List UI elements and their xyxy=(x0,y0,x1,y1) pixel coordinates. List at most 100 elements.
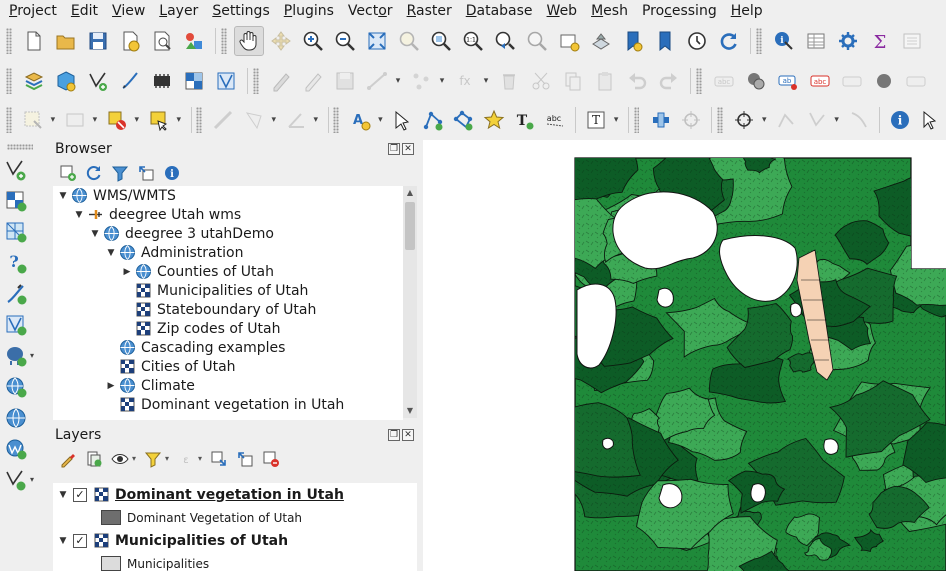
scroll-up-icon[interactable]: ▲ xyxy=(403,186,417,200)
menu-edit[interactable]: Edit xyxy=(64,0,105,22)
pin-labels-icon[interactable]: abc xyxy=(805,66,835,96)
add-raster-layer-icon[interactable] xyxy=(179,66,209,96)
measure-angle-icon[interactable] xyxy=(282,105,310,135)
toggle-editing-icon[interactable] xyxy=(298,66,328,96)
annotation-dropdown[interactable]: ▾ xyxy=(376,115,385,125)
create-text-along-line-icon[interactable]: abc xyxy=(540,105,568,135)
measure-area-icon[interactable] xyxy=(240,105,268,135)
toolbar-grip[interactable] xyxy=(6,27,12,54)
zoom-to-selection-icon[interactable] xyxy=(394,26,424,56)
pan-hand-icon[interactable] xyxy=(234,25,264,56)
create-polygon-icon[interactable] xyxy=(449,105,477,135)
help-contents-icon[interactable]: i xyxy=(886,105,914,135)
select-all-icon[interactable] xyxy=(145,105,173,135)
menu-vector[interactable]: Vector xyxy=(341,0,400,22)
identify-features-icon[interactable]: i xyxy=(769,26,799,56)
menu-mesh[interactable]: Mesh xyxy=(584,0,635,22)
tree-item[interactable]: ▶Dominant vegetation in Utah xyxy=(53,395,403,414)
zoom-next-icon[interactable] xyxy=(522,26,552,56)
select-all-dropdown[interactable]: ▾ xyxy=(174,115,183,125)
browser-scrollbar[interactable]: ▲ ▼ xyxy=(403,186,417,418)
expand-arrow-icon[interactable]: ▼ xyxy=(87,229,103,239)
move-label-icon[interactable] xyxy=(869,66,899,96)
visibility-dropdown[interactable]: ▾ xyxy=(132,454,136,463)
copy-features-icon[interactable] xyxy=(558,66,588,96)
text-format-dropdown[interactable]: ▾ xyxy=(611,115,620,125)
new-bookmark-icon[interactable] xyxy=(618,26,648,56)
data-source-manager-icon[interactable] xyxy=(19,66,49,96)
whats-this-icon[interactable] xyxy=(916,105,944,135)
filter-legend-dropdown[interactable]: ▾ xyxy=(165,454,169,463)
tree-item[interactable]: ▼ Administration xyxy=(53,243,403,262)
new-project-icon[interactable] xyxy=(19,26,49,56)
add-wcs-layer-icon[interactable] xyxy=(0,433,40,464)
float-panel-icon[interactable]: ❐ xyxy=(388,429,400,441)
tree-item[interactable]: ▼ deegree 3 utahDemo xyxy=(53,224,403,243)
menu-view[interactable]: View xyxy=(105,0,152,22)
expand-arrow-icon[interactable]: ▼ xyxy=(53,536,73,546)
expand-arrow-icon[interactable]: ▼ xyxy=(55,191,71,201)
vertex-tool-dropdown[interactable]: ▾ xyxy=(437,76,447,86)
print-layout-icon[interactable] xyxy=(147,26,177,56)
filter-legend-icon[interactable] xyxy=(141,448,165,470)
tree-item[interactable]: ▶Municipalities of Utah xyxy=(53,281,403,300)
collapse-all-icon[interactable] xyxy=(233,448,257,470)
expand-arrow-icon[interactable]: ▼ xyxy=(53,490,73,500)
tree-item[interactable]: ▼ WMS/WMTS xyxy=(53,186,403,205)
open-layout-manager-icon[interactable] xyxy=(897,26,927,56)
layer-row[interactable]: ▼ ✓ Municipalities of Utah xyxy=(53,529,417,552)
tree-item[interactable]: ▼ deegree Utah wms xyxy=(53,205,403,224)
new-3d-view-icon[interactable] xyxy=(586,26,616,56)
georeferencer-icon[interactable] xyxy=(730,105,758,135)
refresh-icon[interactable] xyxy=(82,162,106,184)
select-features-dropdown[interactable]: ▾ xyxy=(48,115,57,125)
properties-icon[interactable]: i xyxy=(160,162,184,184)
save-layer-edits-icon[interactable] xyxy=(330,66,360,96)
expression-dropdown[interactable]: ▾ xyxy=(198,454,202,463)
add-group-icon[interactable] xyxy=(82,448,106,470)
measure-dropdown[interactable]: ▾ xyxy=(269,115,278,125)
expand-arrow-icon[interactable]: ▼ xyxy=(103,248,119,258)
layer-labeling-options-icon[interactable] xyxy=(741,66,771,96)
tracing-icon[interactable] xyxy=(802,105,830,135)
self-snapping-icon[interactable] xyxy=(844,105,872,135)
pan-to-selection-icon[interactable] xyxy=(266,26,296,56)
scrollbar-thumb[interactable] xyxy=(405,202,415,250)
close-panel-icon[interactable]: ✕ xyxy=(402,429,414,441)
create-text-icon[interactable]: T xyxy=(510,105,538,135)
close-panel-icon[interactable]: ✕ xyxy=(402,143,414,155)
delete-selected-icon[interactable] xyxy=(494,66,524,96)
select-annotation-icon[interactable] xyxy=(388,105,416,135)
add-mesh-layer-icon[interactable] xyxy=(0,216,40,247)
add-selected-layers-icon[interactable] xyxy=(56,162,80,184)
undo-icon[interactable] xyxy=(622,66,652,96)
toolbar-grip[interactable] xyxy=(7,144,33,150)
open-project-icon[interactable] xyxy=(51,26,81,56)
deselect-all-icon[interactable] xyxy=(103,105,131,135)
current-edits-icon[interactable] xyxy=(266,66,296,96)
paste-features-icon[interactable] xyxy=(590,66,620,96)
menu-database[interactable]: Database xyxy=(459,0,540,22)
menu-plugins[interactable]: Plugins xyxy=(277,0,341,22)
show-bookmarks-icon[interactable] xyxy=(650,26,680,56)
add-feature-dropdown[interactable]: ▾ xyxy=(393,76,403,86)
snapping-icon[interactable] xyxy=(772,105,800,135)
tree-item[interactable]: ▶ Climate xyxy=(53,376,403,395)
attribute-table-icon[interactable] xyxy=(801,26,831,56)
filter-by-expression-icon[interactable]: ε xyxy=(174,448,198,470)
select-by-value-icon[interactable] xyxy=(61,105,89,135)
text-format-icon[interactable]: T xyxy=(582,105,610,135)
gps-toolbar-icon[interactable] xyxy=(646,105,674,135)
style-panel-icon[interactable] xyxy=(56,448,80,470)
create-marker-icon[interactable] xyxy=(480,105,508,135)
zoom-native-resolution-icon[interactable]: 1:1 xyxy=(458,26,488,56)
add-vector-layer-icon[interactable] xyxy=(0,154,40,185)
tree-item[interactable]: ▶Stateboundary of Utah xyxy=(53,300,403,319)
add-wms-layer-icon[interactable] xyxy=(211,66,241,96)
tree-item[interactable]: ▶ Counties of Utah xyxy=(53,262,403,281)
add-mesh-layer-icon[interactable] xyxy=(147,66,177,96)
label-toolbar-icon[interactable]: abc xyxy=(709,66,739,96)
modify-attributes-icon[interactable]: fx xyxy=(450,66,480,96)
add-raster-layer-icon[interactable] xyxy=(0,185,40,216)
redo-icon[interactable] xyxy=(654,66,684,96)
